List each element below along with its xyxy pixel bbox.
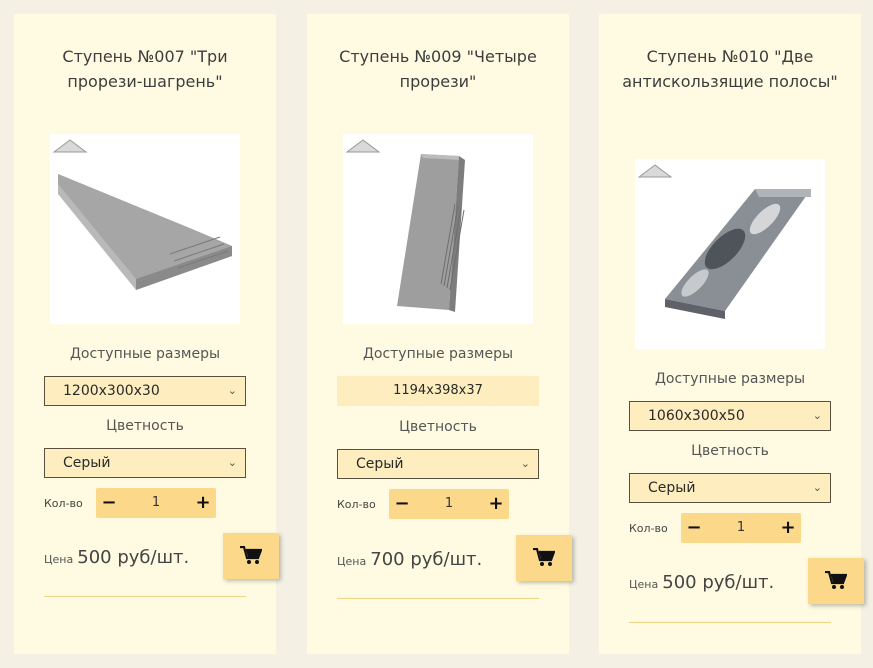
price: Цена 500 руб/шт. [44,547,189,568]
product-image[interactable] [50,134,240,324]
price-value: 500 руб/шт. [77,547,190,568]
price-label: Цена [44,553,74,566]
product-card-009: Ступень №009 "Четыре прорези" Доступные … [307,14,572,654]
sizes-label: Доступные размеры [362,346,514,362]
size-value: 1200x300x30 [63,383,160,399]
color-label: Цветность [399,419,477,435]
chevron-down-icon: ⌄ [812,409,822,422]
add-to-cart-button[interactable] [516,535,572,581]
chevron-down-icon: ⌄ [520,457,530,470]
sizes-label: Доступные размеры [654,371,806,387]
cart-icon [240,546,262,564]
price-label: Цена [337,555,367,568]
quantity-input[interactable]: 1 [419,489,479,519]
color-value: Серый [648,480,696,496]
divider [629,622,831,623]
qty-label: Кол-во [337,498,376,511]
qty-label: Кол-во [44,497,83,510]
divider [337,598,539,599]
size-select[interactable]: 1060x300x50 ⌄ [629,401,831,431]
add-to-cart-button[interactable] [223,533,279,579]
minus-button[interactable]: − [98,488,120,518]
product-title: Ступень №009 "Четыре прорези" [339,47,537,91]
product-card-010: Ступень №010 "Две антискользящие полосы"… [599,14,864,654]
quantity-stepper: − 1 + [389,489,509,519]
price-value: 700 руб/шт. [370,549,483,570]
price: Цена 500 руб/шт. [629,572,774,593]
plus-button[interactable]: + [192,488,214,518]
color-select[interactable]: Серый ⌄ [337,449,539,479]
product-title: Ступень №007 "Три прорези-шагрень" [62,47,228,91]
size-value: 1060x300x50 [648,408,745,424]
sizes-label: Доступные размеры [69,346,221,362]
add-to-cart-button[interactable] [808,558,864,604]
quantity-stepper: − 1 + [96,488,216,518]
divider [44,596,246,597]
color-label: Цветность [106,418,184,434]
product-image[interactable] [635,159,825,349]
color-value: Серый [63,455,111,471]
plus-button[interactable]: + [485,489,507,519]
cart-icon [825,571,847,589]
price: Цена 700 руб/шт. [337,549,482,570]
price-value: 500 руб/шт. [662,572,775,593]
qty-label: Кол-во [629,522,668,535]
color-select[interactable]: Серый ⌄ [629,473,831,503]
product-card-007: Ступень №007 "Три прорези-шагрень" Досту… [14,14,279,654]
minus-button[interactable]: − [683,513,705,543]
quantity-input[interactable]: 1 [126,488,186,518]
chevron-down-icon: ⌄ [227,384,237,397]
product-image[interactable] [343,134,533,324]
price-label: Цена [629,578,659,591]
size-select[interactable]: 1200x300x30 ⌄ [44,376,246,406]
quantity-input[interactable]: 1 [711,513,771,543]
chevron-down-icon: ⌄ [812,481,822,494]
cart-icon [533,548,555,566]
plus-button[interactable]: + [777,513,799,543]
color-value: Серый [356,456,404,472]
quantity-stepper: − 1 + [681,513,801,543]
minus-button[interactable]: − [391,489,413,519]
size-value: 1194x398x37 [337,376,539,406]
color-select[interactable]: Серый ⌄ [44,448,246,478]
color-label: Цветность [691,443,769,459]
chevron-down-icon: ⌄ [227,456,237,469]
product-title: Ступень №010 "Две антискользящие полосы" [622,47,838,91]
